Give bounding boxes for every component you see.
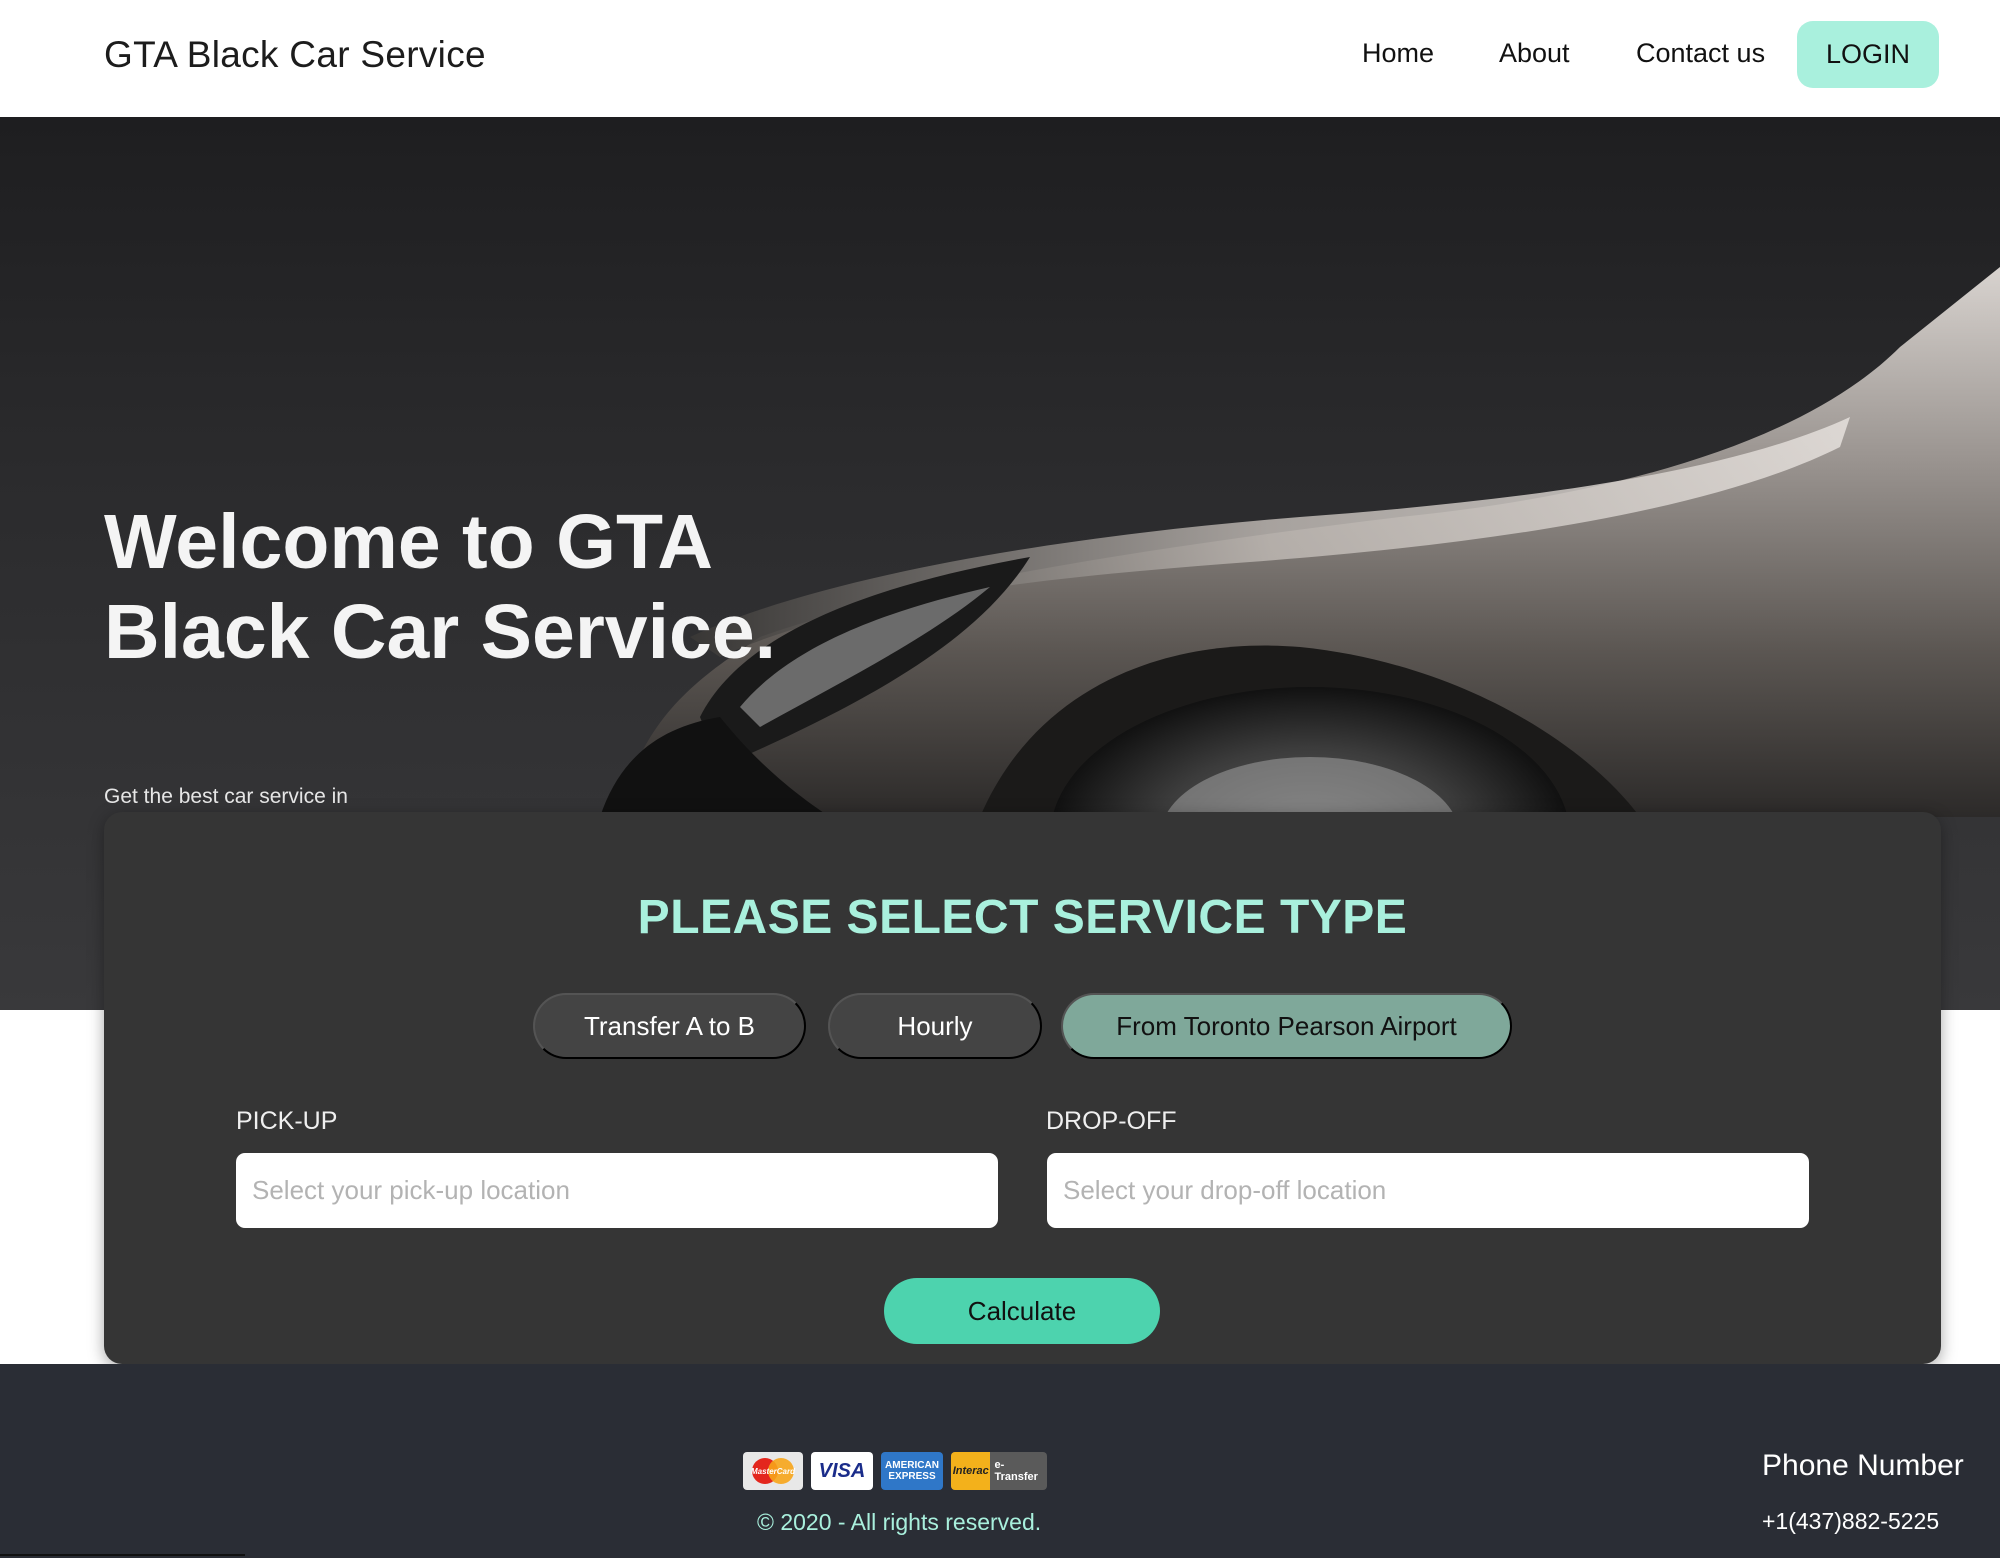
top-navbar: GTA Black Car Service Home About Contact… — [0, 0, 2000, 117]
nav-link-home[interactable]: Home — [1362, 38, 1434, 69]
pickup-label: PICK-UP — [236, 1107, 338, 1135]
visa-icon: VISA — [811, 1452, 873, 1490]
payment-methods: MasterCard VISA AMERICAN EXPRESS Interac… — [743, 1452, 1047, 1490]
interac-e-transfer-icon: Interac e-Transfer — [951, 1452, 1047, 1490]
nav-link-contact-us[interactable]: Contact us — [1636, 38, 1765, 69]
mastercard-icon: MasterCard — [743, 1452, 803, 1490]
nav-link-about[interactable]: About — [1499, 38, 1570, 69]
hero-title: Welcome to GTA Black Car Service. — [104, 499, 777, 675]
interac-logo: Interac — [951, 1452, 991, 1490]
login-button[interactable]: LOGIN — [1797, 21, 1939, 88]
copyright-text: © 2020 - All rights reserved. — [757, 1509, 1042, 1535]
e-transfer-text: e-Transfer — [994, 1459, 1038, 1483]
booking-card: PLEASE SELECT SERVICE TYPE Transfer A to… — [104, 812, 1941, 1364]
page-footer: MasterCard VISA AMERICAN EXPRESS Interac… — [0, 1364, 2000, 1558]
phone-number-link[interactable]: +1(437)882-5225 — [1762, 1508, 1939, 1535]
service-type-heading: PLEASE SELECT SERVICE TYPE — [637, 891, 1408, 944]
american-express-icon: AMERICAN EXPRESS — [881, 1452, 943, 1490]
tab-transfer-a-to-b[interactable]: Transfer A to B — [533, 993, 806, 1059]
footer-divider — [0, 1554, 245, 1556]
mastercard-text: MasterCard — [751, 1467, 796, 1476]
tab-hourly[interactable]: Hourly — [828, 993, 1042, 1059]
dropoff-location-input[interactable] — [1047, 1153, 1809, 1228]
dropoff-label: DROP-OFF — [1046, 1107, 1177, 1135]
phone-number-label: Phone Number — [1762, 1449, 1964, 1482]
pickup-location-input[interactable] — [236, 1153, 998, 1228]
brand-logo-text[interactable]: GTA Black Car Service — [104, 34, 486, 76]
tab-from-toronto-pearson-airport[interactable]: From Toronto Pearson Airport — [1061, 993, 1512, 1059]
calculate-button[interactable]: Calculate — [884, 1278, 1160, 1344]
